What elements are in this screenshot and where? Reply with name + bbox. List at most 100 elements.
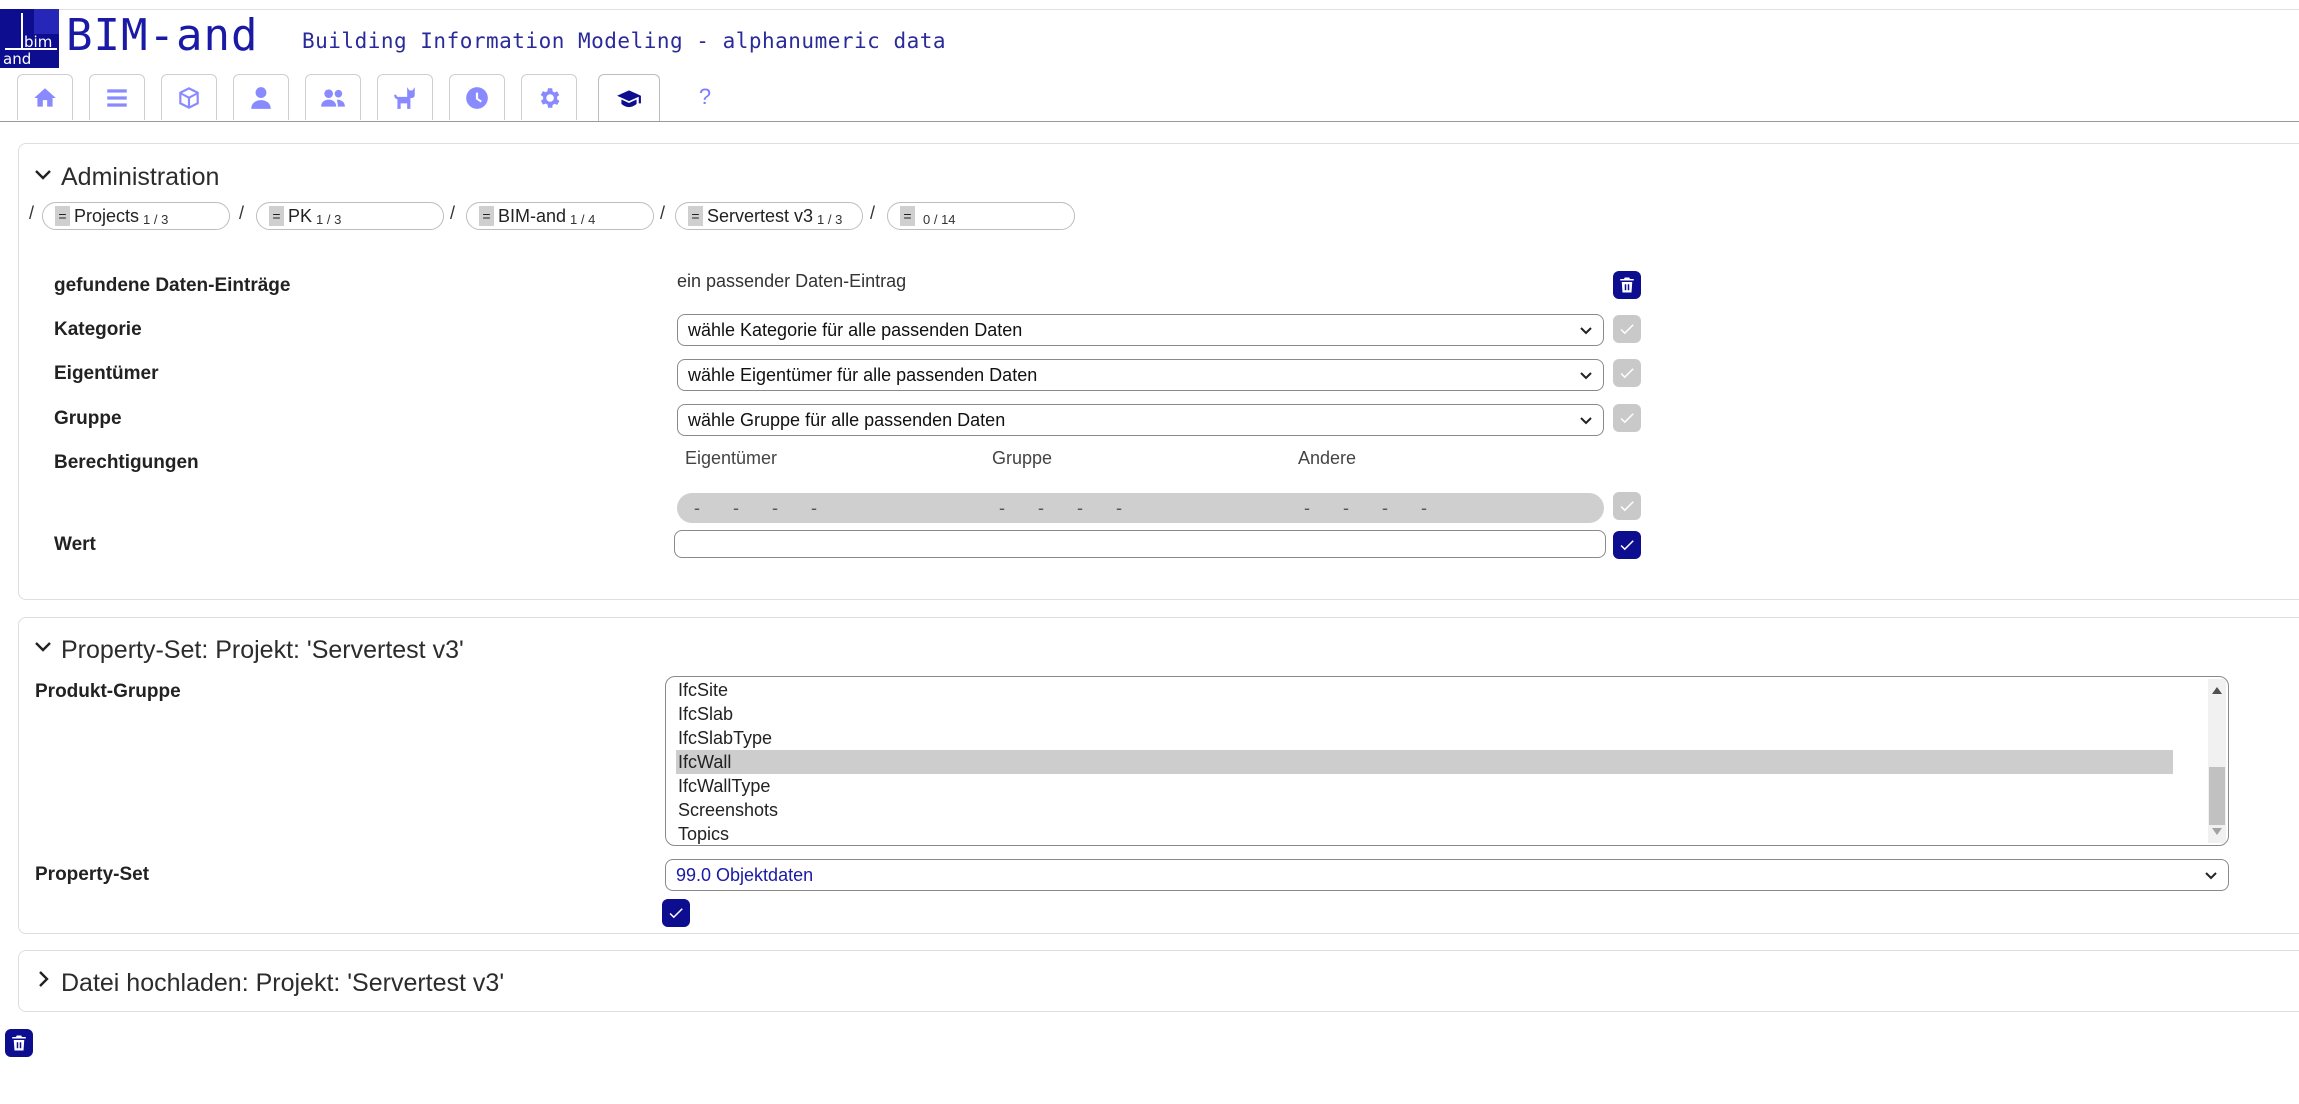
crumb-count: 1 / 4 <box>570 211 596 227</box>
list-item[interactable]: Screenshots <box>676 798 2173 822</box>
owner-label: Eigentümer <box>54 363 159 384</box>
trash-icon <box>1620 277 1634 293</box>
group-select[interactable]: wähle Gruppe für alle passenden Daten <box>677 404 1604 436</box>
owner-select-value: wähle Eigentümer für alle passenden Date… <box>688 364 1038 385</box>
scrollbar-thumb[interactable] <box>2209 767 2225 825</box>
apply-permissions-button[interactable] <box>1613 492 1641 520</box>
tab-admin[interactable] <box>598 74 660 122</box>
check-icon <box>1620 324 1634 335</box>
crumb-projects[interactable]: = Projects 1 / 3 <box>42 202 230 230</box>
list-item[interactable]: IfcSlabType <box>676 726 2173 750</box>
trash-icon <box>12 1035 26 1051</box>
help-label: ? <box>698 84 712 109</box>
crumb-eq: = <box>479 206 494 226</box>
tab-settings[interactable] <box>521 74 577 120</box>
logo-and-text: and <box>3 50 31 68</box>
category-select[interactable]: wähle Kategorie für alle passenden Daten <box>677 314 1604 346</box>
tab-cat[interactable] <box>377 74 433 120</box>
permissions-bar[interactable]: - - - - - - - - - - - - <box>677 493 1604 523</box>
group-select-value: wähle Gruppe für alle passenden Daten <box>688 409 1006 430</box>
check-icon <box>669 908 683 919</box>
tab-cube[interactable] <box>161 74 217 120</box>
top-rule <box>0 9 2299 10</box>
crumb-eq: = <box>688 206 703 226</box>
perm-other-flags[interactable]: - - - - <box>1304 493 1441 523</box>
list-item-selected[interactable]: IfcWall <box>676 750 2173 774</box>
chevron-down-icon[interactable] <box>34 638 52 656</box>
graduation-cap-icon <box>617 89 641 107</box>
tab-home[interactable] <box>17 74 73 120</box>
apply-owner-button[interactable] <box>1613 359 1641 387</box>
crumb-servertest[interactable]: = Servertest v3 1 / 3 <box>675 202 863 230</box>
perm-group-flags[interactable]: - - - - <box>999 493 1136 523</box>
propset-title[interactable]: Property-Set: Projekt: 'Servertest v3' <box>61 636 464 665</box>
apply-category-button[interactable] <box>1613 315 1641 343</box>
home-icon <box>34 87 56 107</box>
tab-users[interactable] <box>305 74 361 120</box>
value-input[interactable] <box>674 530 1606 558</box>
crumb-count: 1 / 3 <box>143 211 169 227</box>
logo-bim-text: bim <box>24 33 52 51</box>
listbox-scrollbar[interactable] <box>2208 679 2226 843</box>
crumb-separator: / <box>870 203 876 223</box>
crumb-count: 1 / 3 <box>817 211 843 227</box>
delete-all-button[interactable] <box>5 1029 33 1057</box>
crumb-eq: = <box>269 206 284 226</box>
tab-divider <box>0 121 2299 122</box>
list-item[interactable]: IfcSlab <box>676 702 2173 726</box>
crumb-separator: / <box>660 203 666 223</box>
tab-history[interactable] <box>449 74 505 120</box>
crumb-eq: = <box>55 206 70 226</box>
check-icon <box>1620 413 1634 424</box>
crumb-data[interactable]: = 0 / 14 <box>887 202 1075 230</box>
logo[interactable]: bim and <box>0 9 59 68</box>
list-item[interactable]: IfcSite <box>676 678 2173 702</box>
chevron-down-icon <box>1580 417 1592 425</box>
cat-icon <box>394 86 415 109</box>
crumb-separator: / <box>450 203 456 223</box>
delete-button[interactable] <box>1613 271 1641 299</box>
apply-group-button[interactable] <box>1613 404 1641 432</box>
crumb-eq: = <box>900 206 915 226</box>
perm-owner-flags[interactable]: - - - - <box>694 493 831 523</box>
check-icon <box>1620 540 1634 551</box>
crumb-label: Servertest v3 <box>707 205 814 226</box>
chevron-down-icon[interactable] <box>34 166 52 184</box>
owner-select[interactable]: wähle Eigentümer für alle passenden Date… <box>677 359 1604 391</box>
crumb-count: 1 / 3 <box>316 211 342 227</box>
crumb-bim-and[interactable]: = BIM-and 1 / 4 <box>466 202 654 230</box>
apply-value-button[interactable] <box>1613 531 1641 559</box>
tab-help[interactable]: ? <box>677 74 733 120</box>
list-icon <box>107 88 127 107</box>
clock-icon <box>466 86 488 109</box>
tab-list[interactable] <box>89 74 145 120</box>
chevron-down-icon <box>1580 372 1592 380</box>
property-set-value: 99.0 Objektdaten <box>676 864 814 885</box>
scroll-down-icon[interactable] <box>2212 828 2222 835</box>
crumb-separator: / <box>239 203 245 223</box>
group-label: Gruppe <box>54 408 122 429</box>
property-set-select[interactable]: 99.0 Objektdaten <box>665 859 2229 891</box>
value-label: Wert <box>54 534 96 555</box>
found-label: gefundene Daten-Einträge <box>54 275 291 296</box>
product-group-listbox[interactable]: IfcSite IfcSlab IfcSlabType IfcWall IfcW… <box>665 676 2229 846</box>
perm-col-group: Gruppe <box>992 448 1053 468</box>
tab-user[interactable] <box>233 74 289 120</box>
users-icon <box>321 88 345 107</box>
chevron-down-icon <box>1580 327 1592 335</box>
crumb-pk[interactable]: = PK 1 / 3 <box>256 202 444 230</box>
crumb-label: Projects <box>74 205 140 226</box>
property-set-label: Property-Set <box>35 864 150 885</box>
admin-title[interactable]: Administration <box>61 163 219 192</box>
list-item[interactable]: Topics <box>676 822 2173 845</box>
chevron-down-icon <box>2205 872 2217 880</box>
upload-title[interactable]: Datei hochladen: Projekt: 'Servertest v3… <box>61 969 504 998</box>
chevron-right-icon[interactable] <box>34 970 52 988</box>
crumb-label: PK <box>288 205 313 226</box>
scroll-up-icon[interactable] <box>2212 687 2222 694</box>
crumb-count: 0 / 14 <box>923 211 956 227</box>
list-item[interactable]: IfcWallType <box>676 774 2173 798</box>
category-label: Kategorie <box>54 319 142 340</box>
apply-property-set-button[interactable] <box>662 899 690 927</box>
check-icon <box>1620 501 1634 512</box>
